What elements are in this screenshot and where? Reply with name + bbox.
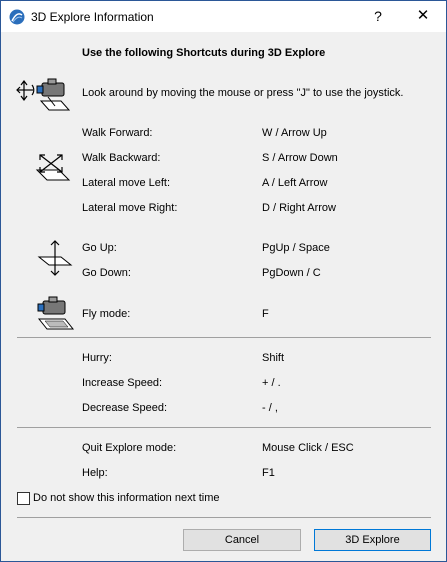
cancel-button[interactable]: Cancel bbox=[183, 529, 301, 551]
separator-3 bbox=[17, 517, 431, 518]
dialog-content: Use the following Shortcuts during 3D Ex… bbox=[1, 32, 446, 561]
look-around-camera-icon bbox=[16, 78, 71, 111]
separator-2 bbox=[17, 427, 431, 428]
help-label: Help: bbox=[82, 467, 108, 479]
quit-explore-key: Mouse Click / ESC bbox=[262, 442, 354, 454]
increase-speed-label: Increase Speed: bbox=[82, 377, 163, 389]
hurry-label: Hurry: bbox=[82, 352, 112, 364]
decrease-speed-label: Decrease Speed: bbox=[82, 402, 167, 414]
fly-mode-key: F bbox=[262, 308, 269, 320]
walk-backward-label: Walk Backward: bbox=[82, 152, 161, 164]
close-button[interactable]: ✕ bbox=[401, 4, 445, 28]
dialog-window: 3D Explore Information ? ✕ Use the follo… bbox=[0, 0, 447, 562]
title-bar[interactable]: 3D Explore Information ? ✕ bbox=[1, 1, 446, 32]
separator-1 bbox=[17, 337, 431, 338]
window-title: 3D Explore Information bbox=[31, 10, 154, 24]
lateral-right-label: Lateral move Right: bbox=[82, 202, 178, 214]
dont-show-again-checkbox[interactable] bbox=[17, 492, 30, 505]
lateral-left-key: A / Left Arrow bbox=[262, 177, 328, 189]
walk-move-icon bbox=[35, 154, 71, 181]
go-up-label: Go Up: bbox=[82, 242, 117, 254]
fly-mode-camera-icon bbox=[37, 296, 75, 330]
shortcuts-heading: Use the following Shortcuts during 3D Ex… bbox=[82, 47, 326, 59]
fly-mode-label: Fly mode: bbox=[82, 308, 131, 320]
lateral-right-key: D / Right Arrow bbox=[262, 202, 336, 214]
go-down-key: PgDown / C bbox=[262, 267, 321, 279]
walk-forward-label: Walk Forward: bbox=[82, 127, 153, 139]
increase-speed-key: + / . bbox=[262, 377, 281, 389]
go-down-label: Go Down: bbox=[82, 267, 131, 279]
dont-show-again-label[interactable]: Do not show this information next time bbox=[33, 492, 219, 504]
walk-forward-key: W / Arrow Up bbox=[262, 127, 327, 139]
lateral-left-label: Lateral move Left: bbox=[82, 177, 171, 189]
help-key: F1 bbox=[262, 467, 275, 479]
walk-backward-key: S / Arrow Down bbox=[262, 152, 338, 164]
decrease-speed-key: - / , bbox=[262, 402, 278, 414]
go-up-key: PgUp / Space bbox=[262, 242, 330, 254]
3d-explore-button[interactable]: 3D Explore bbox=[314, 529, 431, 551]
hurry-key: Shift bbox=[262, 352, 285, 364]
help-button[interactable]: ? bbox=[365, 4, 391, 28]
up-down-icon bbox=[37, 240, 73, 276]
look-around-text: Look around by moving the mouse or press… bbox=[82, 87, 404, 99]
archicad-app-icon bbox=[9, 9, 25, 25]
quit-explore-label: Quit Explore mode: bbox=[82, 442, 177, 454]
